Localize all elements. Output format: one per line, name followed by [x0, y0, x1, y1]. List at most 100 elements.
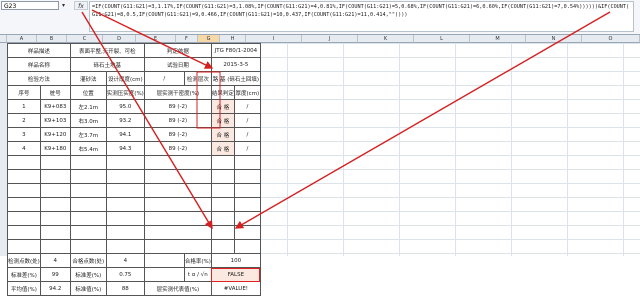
cell[interactable] [105, 183, 145, 198]
cell[interactable] [233, 155, 261, 170]
cell[interactable]: 89 (-2) [143, 99, 212, 114]
cell[interactable] [105, 155, 145, 170]
cell[interactable] [7, 239, 41, 254]
cell[interactable] [233, 183, 261, 198]
column-header-g[interactable]: G [198, 35, 220, 43]
column-header-i[interactable]: I [246, 35, 302, 43]
cell[interactable]: 99 [39, 267, 71, 282]
cell[interactable]: 样品名称 [7, 57, 71, 72]
cell[interactable] [105, 197, 145, 212]
chevron-down-icon[interactable]: ▾ [62, 2, 65, 9]
cell[interactable] [105, 169, 145, 184]
cell[interactable] [210, 197, 235, 212]
cell[interactable] [143, 225, 212, 240]
cell[interactable] [39, 211, 71, 226]
cell[interactable]: 94.1 [105, 127, 145, 142]
cell[interactable]: 砾石土地基 [69, 57, 145, 72]
column-header-c[interactable]: C [67, 35, 103, 43]
column-header-m[interactable]: M [470, 35, 526, 43]
cell[interactable] [143, 155, 212, 170]
cell[interactable]: / [233, 141, 261, 156]
cell[interactable]: 标准值(%) [69, 281, 107, 296]
cell[interactable] [7, 155, 41, 170]
cell[interactable] [105, 211, 145, 226]
cell[interactable]: 89 (-2) [143, 141, 212, 156]
cell[interactable] [39, 197, 71, 212]
cell[interactable] [69, 211, 107, 226]
cell[interactable]: K9+083 [39, 99, 71, 114]
cell[interactable]: 标准差(%) [69, 267, 107, 282]
column-header-n[interactable]: N [526, 35, 582, 43]
column-header-j[interactable]: J [302, 35, 358, 43]
cell[interactable] [69, 169, 107, 184]
cell[interactable]: 2015-3-5 [210, 57, 261, 72]
cell[interactable]: 检测层次 [183, 71, 212, 86]
cell[interactable] [233, 169, 261, 184]
header-cell[interactable]: 实测压实度(%) [105, 85, 145, 100]
column-header-e[interactable]: E [136, 35, 176, 43]
cell[interactable] [39, 183, 71, 198]
cell[interactable] [69, 183, 107, 198]
cell[interactable]: 右3.0m [69, 113, 107, 128]
cell[interactable] [143, 239, 212, 254]
cell[interactable] [69, 197, 107, 212]
cell[interactable] [69, 225, 107, 240]
cell[interactable]: JTG F80/1-2004 [210, 43, 261, 58]
cell[interactable] [210, 183, 235, 198]
header-cell[interactable]: 结果判定 [210, 85, 235, 100]
cell[interactable] [210, 155, 235, 170]
cell[interactable]: t α / √n [183, 267, 212, 282]
cell[interactable] [39, 239, 71, 254]
cell[interactable]: 左2.1m [69, 99, 107, 114]
column-header-f[interactable]: F [176, 35, 198, 43]
cell[interactable] [39, 169, 71, 184]
cell[interactable]: 0.75 [105, 267, 145, 282]
cell[interactable]: 灌砂法 [69, 71, 107, 86]
column-header-a[interactable]: A [7, 35, 37, 43]
cell[interactable] [143, 211, 212, 226]
cell[interactable]: 94.3 [105, 141, 145, 156]
cell[interactable]: 表面平整,无开裂、可检 [69, 43, 145, 58]
column-header-b[interactable]: B [37, 35, 67, 43]
cell[interactable] [105, 225, 145, 240]
cell[interactable] [7, 169, 41, 184]
column-header-k[interactable]: K [358, 35, 414, 43]
cell[interactable] [210, 239, 235, 254]
cell[interactable]: K9+120 [39, 127, 71, 142]
cell[interactable]: 合 格 [210, 113, 235, 128]
cell[interactable]: 93.2 [105, 113, 145, 128]
cell[interactable] [7, 225, 41, 240]
cell[interactable] [210, 211, 235, 226]
cell[interactable]: 右5.4m [69, 141, 107, 156]
cell[interactable] [143, 267, 185, 282]
cell[interactable] [143, 197, 212, 212]
select-all-corner[interactable] [0, 35, 7, 43]
cell[interactable] [210, 225, 235, 240]
cell[interactable]: 左3.7m [69, 127, 107, 142]
cell[interactable] [69, 155, 107, 170]
cell[interactable]: K9+103 [39, 113, 71, 128]
cell[interactable]: 设计厚度(cm) [105, 71, 145, 86]
cell[interactable] [39, 225, 71, 240]
cell[interactable]: 2 [7, 113, 41, 128]
column-header-d[interactable]: D [103, 35, 136, 43]
cell[interactable] [7, 197, 41, 212]
header-cell[interactable]: 序号 [7, 85, 41, 100]
cell[interactable] [233, 211, 261, 226]
selected-cell-g23[interactable]: FALSE [210, 267, 261, 282]
cell[interactable]: K9+180 [39, 141, 71, 156]
cell[interactable] [233, 225, 261, 240]
cell[interactable] [210, 169, 235, 184]
cell[interactable]: 94.2 [39, 281, 71, 296]
cell[interactable] [39, 155, 71, 170]
header-cell[interactable]: 桩号 [39, 85, 71, 100]
cell[interactable]: 平均值(%) [7, 281, 41, 296]
cell[interactable]: 合 格 [210, 141, 235, 156]
insert-function-icon[interactable]: fx [74, 1, 88, 10]
cell[interactable]: 4 [7, 141, 41, 156]
cell[interactable]: 试验日期 [143, 57, 212, 72]
cell[interactable] [233, 239, 261, 254]
cell[interactable] [233, 197, 261, 212]
cell[interactable]: 3 [7, 127, 41, 142]
cell[interactable]: 层实测代表值(%) [143, 281, 212, 296]
